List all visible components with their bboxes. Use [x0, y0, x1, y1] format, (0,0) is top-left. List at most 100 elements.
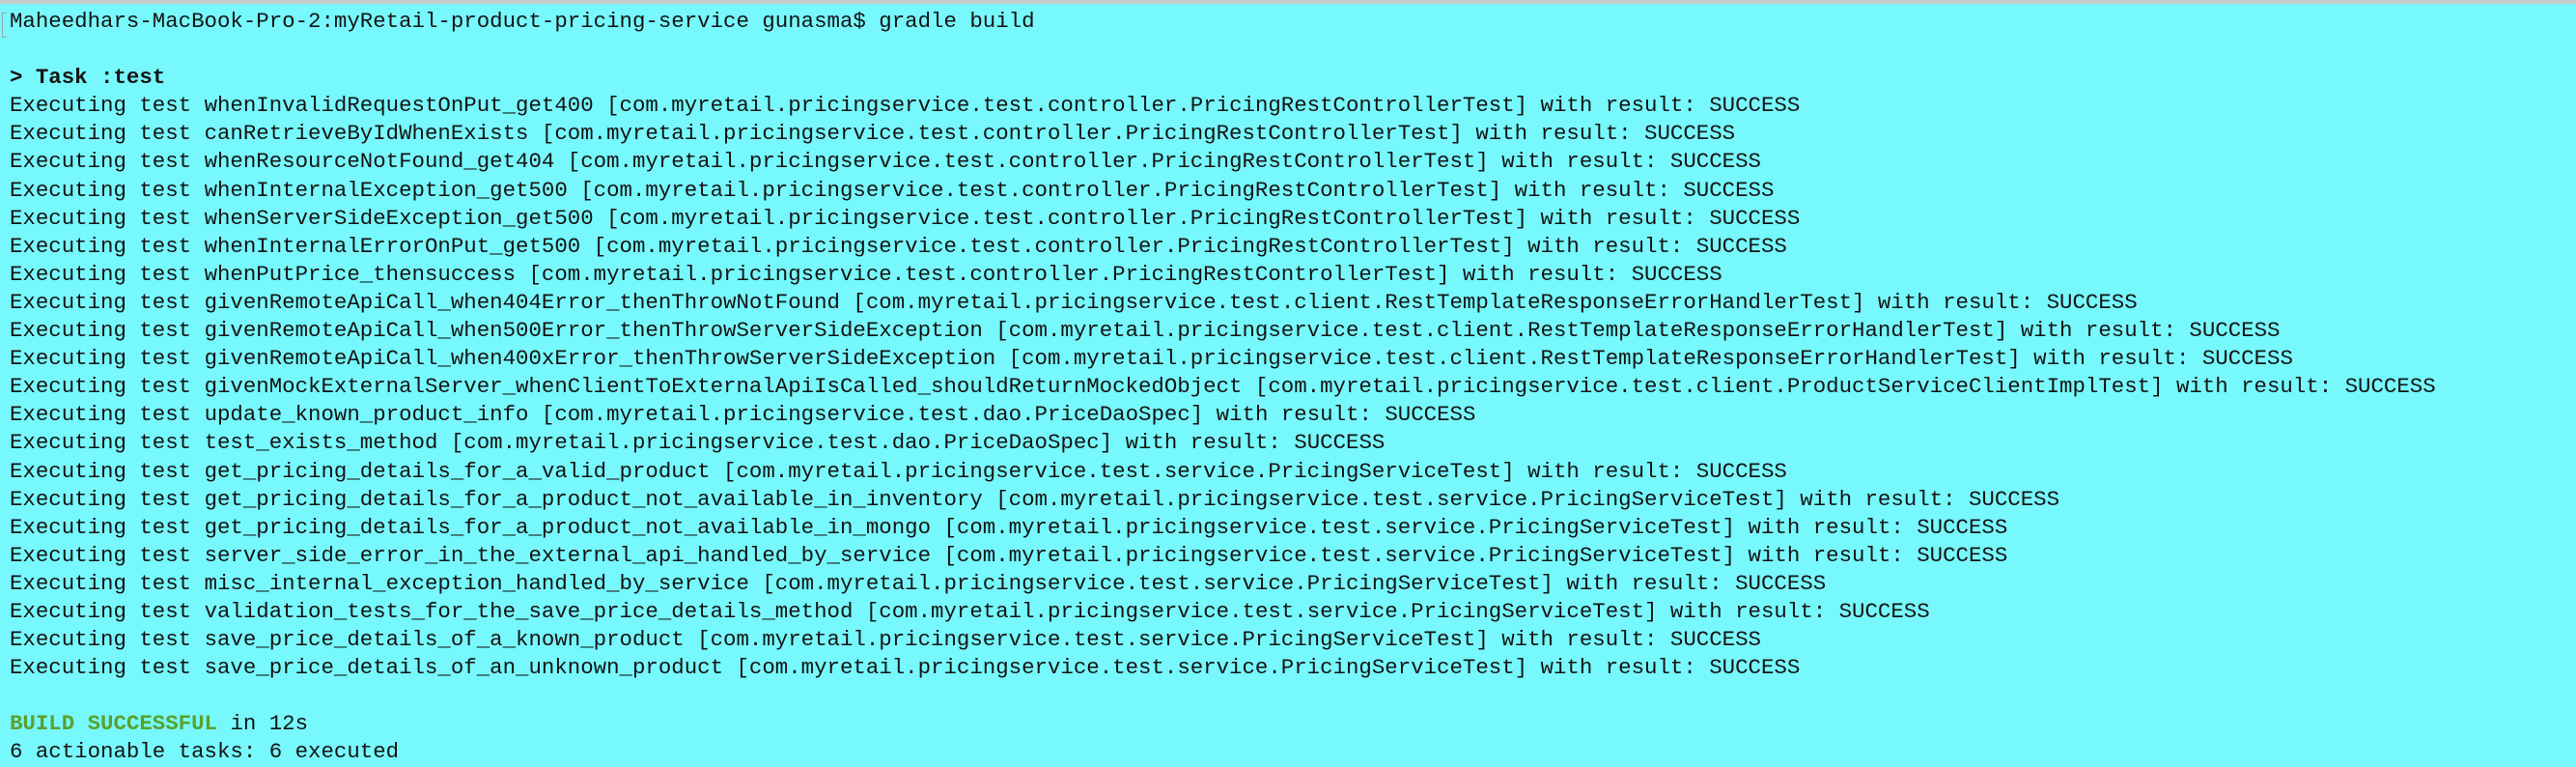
- test-name: givenRemoteApiCall_when500Error_thenThro…: [204, 318, 983, 344]
- test-class: com.myretail.pricingservice.test.service…: [956, 542, 1722, 568]
- test-result-line: Executing test whenInvalidRequestOnPut_g…: [10, 93, 1801, 119]
- test-result-line: Executing test save_price_details_of_an_…: [10, 655, 1801, 681]
- test-prefix: Executing test: [10, 598, 192, 624]
- test-class: com.myretail.pricingservice.test.client.…: [1008, 318, 1995, 344]
- test-prefix: Executing test: [10, 402, 192, 428]
- test-result: SUCCESS: [2201, 346, 2293, 372]
- test-prefix: Executing test: [10, 458, 192, 484]
- test-name: whenInvalidRequestOnPut_get400: [204, 93, 594, 119]
- result-prefix: with result:: [1877, 289, 2034, 315]
- test-result-line: Executing test save_price_details_of_a_k…: [10, 627, 1761, 653]
- test-class: com.myretail.pricingservice.test.control…: [606, 233, 1502, 259]
- test-prefix: Executing test: [10, 149, 192, 175]
- test-prefix: Executing test: [10, 177, 192, 203]
- test-result-line: Executing test givenRemoteApiCall_when40…: [10, 346, 2293, 372]
- test-prefix: Executing test: [10, 233, 192, 259]
- build-status: BUILD SUCCESSFUL: [10, 711, 217, 737]
- result-prefix: with result:: [1800, 486, 1956, 512]
- test-result-line: Executing test whenServerSideException_g…: [10, 205, 1801, 231]
- test-class: com.myretail.pricingservice.test.service…: [774, 570, 1541, 596]
- test-class: com.myretail.pricingservice.test.control…: [619, 93, 1515, 119]
- result-prefix: with result:: [1748, 514, 1904, 540]
- test-prefix: Executing test: [10, 318, 192, 344]
- test-name: get_pricing_details_for_a_product_not_av…: [204, 486, 983, 512]
- test-name: whenResourceNotFound_get404: [204, 149, 555, 175]
- test-result-line: Executing test misc_internal_exception_h…: [10, 570, 1827, 596]
- test-results: Executing test whenInvalidRequestOnPut_g…: [10, 92, 2576, 682]
- test-name: server_side_error_in_the_external_api_ha…: [204, 542, 932, 568]
- test-class: com.myretail.pricingservice.test.control…: [593, 177, 1489, 203]
- result-prefix: with result:: [1748, 542, 1904, 568]
- test-name: givenMockExternalServer_whenClientToExte…: [204, 374, 1243, 400]
- result-prefix: with result:: [1501, 627, 1658, 653]
- test-name: save_price_details_of_a_known_product: [204, 627, 685, 653]
- result-prefix: with result:: [1475, 121, 1632, 147]
- test-result: SUCCESS: [1695, 233, 1787, 259]
- test-name: get_pricing_details_for_a_product_not_av…: [204, 514, 932, 540]
- test-result: SUCCESS: [1709, 93, 1801, 119]
- result-prefix: with result:: [1125, 430, 1281, 456]
- test-result: SUCCESS: [1644, 121, 1736, 147]
- test-class: com.myretail.pricingservice.test.service…: [710, 627, 1476, 653]
- test-result: SUCCESS: [1709, 655, 1801, 681]
- test-class: com.myretail.pricingservice.test.service…: [736, 458, 1502, 484]
- test-class: com.myretail.pricingservice.test.service…: [879, 598, 1645, 624]
- test-name: whenInternalException_get500: [204, 177, 568, 203]
- test-class: com.myretail.pricingservice.test.client.…: [1268, 374, 2151, 400]
- result-prefix: with result:: [2020, 318, 2176, 344]
- test-result-line: Executing test test_exists_method [com.m…: [10, 430, 1386, 456]
- task-header: > Task :test: [10, 65, 166, 91]
- test-class: com.myretail.pricingservice.test.control…: [580, 149, 1476, 175]
- test-result: SUCCESS: [1917, 542, 2008, 568]
- test-prefix: Executing test: [10, 289, 192, 315]
- test-result-line: Executing test validation_tests_for_the_…: [10, 598, 1930, 624]
- test-prefix: Executing test: [10, 486, 192, 512]
- test-result-line: Executing test whenInternalErrorOnPut_ge…: [10, 233, 1787, 259]
- test-result-line: Executing test givenRemoteApiCall_when40…: [10, 289, 2138, 315]
- result-prefix: with result:: [2033, 346, 2190, 372]
- test-result: SUCCESS: [2046, 289, 2138, 315]
- test-name: givenRemoteApiCall_when404Error_thenThro…: [204, 289, 840, 315]
- test-result: SUCCESS: [1669, 149, 1761, 175]
- test-prefix: Executing test: [10, 430, 192, 456]
- test-prefix: Executing test: [10, 570, 192, 596]
- test-prefix: Executing test: [10, 627, 192, 653]
- test-prefix: Executing test: [10, 514, 192, 540]
- test-class: com.myretail.pricingservice.test.client.…: [1022, 346, 2008, 372]
- test-class: com.myretail.pricingservice.test.control…: [554, 121, 1450, 147]
- build-summary: 6 actionable tasks: 6 executed: [10, 739, 400, 765]
- test-result: SUCCESS: [1695, 458, 1787, 484]
- test-name: misc_internal_exception_handled_by_servi…: [204, 570, 749, 596]
- test-name: givenRemoteApiCall_when400xError_thenThr…: [204, 346, 996, 372]
- test-class: com.myretail.pricingservice.test.dao.Pri…: [554, 402, 1190, 428]
- test-class: com.myretail.pricingservice.test.service…: [1008, 486, 1775, 512]
- test-result: SUCCESS: [1294, 430, 1386, 456]
- test-result-line: Executing test get_pricing_details_for_a…: [10, 514, 2008, 540]
- test-result: SUCCESS: [1669, 627, 1761, 653]
- result-prefix: with result:: [1540, 93, 1696, 119]
- test-result-line: Executing test update_known_product_info…: [10, 402, 1476, 428]
- result-prefix: with result:: [1462, 261, 1619, 287]
- test-prefix: Executing test: [10, 93, 192, 119]
- test-name: get_pricing_details_for_a_valid_product: [204, 458, 711, 484]
- test-name: whenPutPrice_thensuccess: [204, 261, 517, 287]
- test-result-line: Executing test get_pricing_details_for_a…: [10, 486, 2060, 512]
- test-name: canRetrieveByIdWhenExists: [204, 121, 529, 147]
- test-name: update_known_product_info: [204, 402, 529, 428]
- test-result-line: Executing test givenMockExternalServer_w…: [10, 374, 2436, 400]
- build-duration: in 12s: [230, 711, 309, 737]
- prompt-line: Maheedhars-MacBook-Pro-2:myRetail-produc…: [10, 8, 2576, 36]
- test-result-line: Executing test get_pricing_details_for_a…: [10, 458, 1787, 484]
- terminal-output[interactable]: Maheedhars-MacBook-Pro-2:myRetail-produc…: [0, 4, 2576, 767]
- result-prefix: with result:: [2175, 374, 2333, 400]
- test-prefix: Executing test: [10, 542, 192, 568]
- test-prefix: Executing test: [10, 205, 192, 231]
- result-prefix: with result:: [1540, 205, 1696, 231]
- result-prefix: with result:: [1501, 149, 1658, 175]
- test-prefix: Executing test: [10, 655, 192, 681]
- test-name: save_price_details_of_an_unknown_product: [204, 655, 724, 681]
- test-result-line: Executing test server_side_error_in_the_…: [10, 542, 2008, 568]
- test-name: validation_tests_for_the_save_price_deta…: [204, 598, 854, 624]
- result-prefix: with result:: [1669, 598, 1827, 624]
